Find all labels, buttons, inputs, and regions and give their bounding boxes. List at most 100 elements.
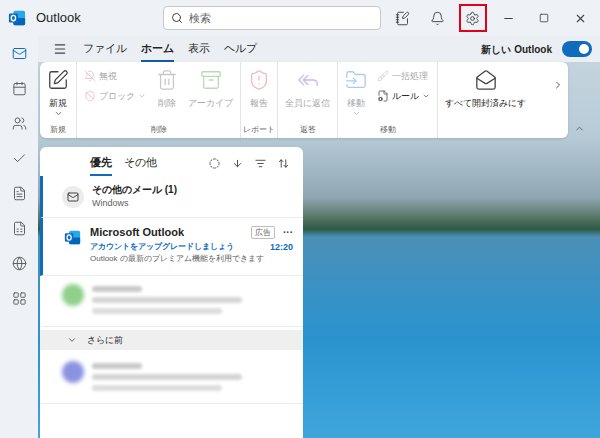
list-tool-icon [278, 158, 289, 169]
list-header-button[interactable] [226, 153, 249, 173]
title-action-button[interactable] [459, 4, 487, 32]
list-header: 優先その他 [40, 147, 303, 176]
menu-bar: ファイルホーム表示ヘルプ新しい Outlook [38, 36, 600, 62]
title-action-button[interactable] [424, 4, 452, 32]
search-icon [171, 12, 183, 24]
envelope-avatar [62, 186, 84, 208]
blurred-mail-row[interactable] [40, 353, 303, 404]
ribbon-group-label: レポート [243, 124, 275, 138]
ribbon-group: 移動一括処理ルール移動 [338, 62, 438, 138]
mail-group-row[interactable]: その他のメール (1)Windows [40, 176, 303, 218]
envelope-icon [67, 191, 79, 203]
nav-rail-item[interactable] [0, 176, 38, 211]
ribbon-button[interactable]: 削除 [151, 62, 183, 109]
ribbon-group-label: 新規 [42, 124, 74, 138]
nav-rail-item[interactable] [0, 141, 38, 176]
ribbon-more-icon[interactable] [552, 79, 564, 91]
nav-rail-icon [12, 81, 27, 96]
search-box[interactable]: 検索 [163, 6, 381, 30]
ribbon-button-icon [297, 69, 319, 91]
nav-rail-icon [12, 116, 27, 131]
menu-tab[interactable]: 表示 [188, 36, 210, 62]
ribbon-group: すべて開封済みにす [438, 62, 533, 138]
expand-chevron-icon [67, 335, 77, 345]
ribbon-group: 無視ブロック削除アーカイブ削除 [77, 62, 241, 138]
nav-rail-icon [12, 256, 27, 271]
ribbon-button[interactable]: 全員に返信 [280, 62, 335, 109]
ribbon-button-icon [345, 69, 367, 91]
dropdown-chevron-icon [138, 92, 146, 100]
nav-rail-item[interactable] [0, 246, 38, 281]
app-title: Outlook [36, 8, 81, 28]
list-tool-icon [232, 158, 243, 169]
ribbon-small-button[interactable]: 一括処理 [377, 70, 430, 82]
ribbon-small-button[interactable]: 無視 [84, 70, 146, 82]
mail-ad-row[interactable]: Microsoft Outlook広告···アカウントをアップグレードしましょう… [40, 218, 303, 276]
menu-tab[interactable]: ヘルプ [224, 36, 257, 62]
nav-rail-icon [12, 151, 27, 166]
close-button[interactable] [562, 3, 598, 33]
list-tool-icon [255, 158, 266, 169]
ribbon-group: 新規新規 [40, 62, 77, 138]
ribbon-button[interactable]: 新規 [42, 62, 74, 118]
list-header-button[interactable] [249, 153, 272, 173]
minimize-icon [502, 12, 515, 25]
collapse-ribbon-icon[interactable] [574, 123, 585, 134]
nav-rail-item[interactable] [0, 106, 38, 141]
ribbon-button-icon [248, 69, 270, 91]
outlook-window: Outlook検索ファイルホーム表示ヘルプ新しい Outlook新規新規無視ブロ… [0, 0, 600, 438]
nav-rail-icon [12, 186, 27, 201]
ribbon-button-icon [156, 69, 178, 91]
ribbon-stack: 無視ブロック [79, 62, 151, 102]
ribbon-button[interactable]: 移動 [340, 62, 372, 118]
title-bar: Outlook 検索 [0, 0, 600, 36]
list-tab[interactable]: その他 [124, 150, 157, 176]
ribbon-small-button[interactable]: ルール [377, 90, 430, 102]
dropdown-chevron-icon [352, 109, 361, 118]
nav-rail-item[interactable] [0, 281, 38, 316]
list-header-button[interactable] [203, 153, 226, 173]
gear-icon [465, 11, 480, 26]
nav-rail-item[interactable] [0, 211, 38, 246]
nav-rail [0, 36, 38, 438]
nav-rail-item[interactable] [0, 71, 38, 106]
nav-rail-item[interactable] [0, 36, 38, 71]
ribbon-small-button-icon [377, 90, 389, 102]
bell-icon [430, 11, 445, 26]
ribbon-button-icon [200, 69, 222, 91]
list-tool-icon [209, 158, 220, 169]
maximize-button[interactable] [526, 3, 562, 33]
ad-badge: 広告 [251, 226, 275, 239]
ribbon-stack: 一括処理ルール [372, 62, 435, 102]
ribbon-button-icon [47, 69, 69, 91]
ribbon-card: 新規新規無視ブロック削除アーカイブ削除報告レポート全員に返信返答移動一括処理ルー… [40, 62, 568, 138]
dropdown-chevron-icon [54, 109, 63, 118]
nav-rail-icon [12, 291, 27, 306]
blurred-avatar [62, 284, 84, 306]
ribbon-group: 全員に返信返答 [278, 62, 338, 138]
title-action-button[interactable] [389, 4, 417, 32]
nav-rail-icon [12, 46, 27, 61]
message-list: 優先その他その他のメール (1)WindowsMicrosoft Outlook… [40, 147, 303, 438]
blurred-mail-row[interactable] [40, 276, 303, 327]
minimize-button[interactable] [490, 3, 526, 33]
menu-tab[interactable]: ホーム [141, 36, 174, 62]
content-area: ファイルホーム表示ヘルプ新しい Outlook新規新規無視ブロック削除アーカイブ… [38, 36, 600, 438]
ribbon-button[interactable]: 報告 [243, 62, 275, 109]
ribbon: 新規新規無視ブロック削除アーカイブ削除報告レポート全員に返信返答移動一括処理ルー… [40, 62, 590, 138]
section-header[interactable]: さらに前 [40, 330, 303, 350]
menu-tab[interactable]: ファイル [83, 36, 127, 62]
note-icon [395, 11, 410, 26]
ribbon-group-label: 返答 [280, 124, 335, 138]
more-button[interactable]: ··· [283, 227, 293, 239]
ribbon-button-icon [475, 69, 497, 91]
ribbon-button[interactable]: アーカイブ [183, 62, 238, 109]
list-header-button[interactable] [272, 153, 295, 173]
ribbon-group: 報告レポート [241, 62, 278, 138]
outlook-logo-icon [8, 9, 26, 27]
ribbon-button[interactable]: すべて開封済みにす [440, 62, 531, 109]
hamburger-icon[interactable] [53, 42, 67, 56]
list-tab[interactable]: 優先 [90, 150, 112, 176]
new-outlook-toggle[interactable] [562, 41, 592, 57]
ribbon-small-button[interactable]: ブロック [84, 90, 146, 102]
